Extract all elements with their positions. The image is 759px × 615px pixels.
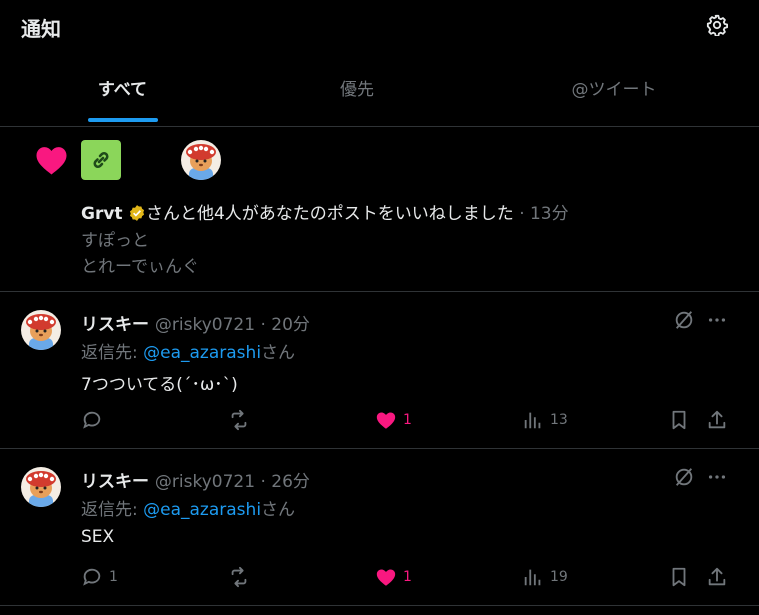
notif-user-name[interactable]: Grvt xyxy=(81,204,123,224)
view-count: 19 xyxy=(550,569,568,585)
heart-icon xyxy=(36,147,67,175)
more-icon[interactable] xyxy=(706,466,728,488)
tab-priority[interactable]: 優先 xyxy=(245,54,469,126)
active-tab-indicator xyxy=(88,118,158,122)
avatar-image xyxy=(21,310,61,350)
like-notification-text: Grvt さんと他4人があなたのポストをいいねしました · 13分 xyxy=(81,199,569,224)
heart-icon xyxy=(376,569,396,586)
tweet[interactable]: リスキー @risky0721 · 26分 返信先: @ea_azarashiさ… xyxy=(0,449,759,606)
share-icon[interactable] xyxy=(706,566,728,588)
like-count: 1 xyxy=(403,412,412,428)
more-icon[interactable] xyxy=(706,309,728,331)
header: 通知 xyxy=(0,0,759,54)
like-count: 1 xyxy=(403,569,412,585)
share-icon[interactable] xyxy=(706,409,728,431)
avatar-user[interactable] xyxy=(181,140,221,180)
tweet-text: SEX xyxy=(81,527,115,547)
reply-suffix: さん xyxy=(261,500,296,520)
avatar-image xyxy=(21,467,61,507)
tweet-header: リスキー @risky0721 · 26分 xyxy=(81,467,310,492)
tab-all[interactable]: すべて xyxy=(0,54,245,126)
reply-prefix: 返信先: xyxy=(81,500,144,520)
analytics-icon xyxy=(524,569,541,586)
user-handle-time[interactable]: @risky0721 · 26分 xyxy=(155,472,310,492)
avatar-image xyxy=(181,140,221,180)
reply-prefix: 返信先: xyxy=(81,343,144,363)
reply-icon xyxy=(83,411,101,429)
tweet-header: リスキー @risky0721 · 20分 xyxy=(81,310,310,335)
avatar-grvt[interactable] xyxy=(81,140,121,180)
reply-suffix: さん xyxy=(261,343,296,363)
like-notification[interactable]: Grvt さんと他4人があなたのポストをいいねしました · 13分 すぽっと と… xyxy=(0,127,759,292)
page-title: 通知 xyxy=(21,17,61,41)
tab-bar: すべて 優先 @ツイート xyxy=(0,54,759,127)
reply-to-link[interactable]: @ea_azarashi xyxy=(143,500,261,520)
tab-mentions[interactable]: @ツイート xyxy=(469,54,759,126)
grok-icon[interactable] xyxy=(673,466,695,488)
post-preview-line-1: すぽっと xyxy=(81,231,149,251)
bookmark-icon[interactable] xyxy=(668,409,690,431)
reply-context: 返信先: @ea_azarashiさん xyxy=(81,495,295,520)
avatar[interactable] xyxy=(21,467,61,507)
reply-icon xyxy=(83,568,101,586)
retweet-button[interactable] xyxy=(228,565,256,589)
tweet-text: 7つついてる(´･ω･`) xyxy=(81,375,238,395)
notif-message: さんと他4人があなたのポストをいいねしました xyxy=(145,204,514,224)
reply-button[interactable] xyxy=(81,408,109,432)
like-button[interactable]: 1 xyxy=(375,408,412,432)
tweet[interactable]: リスキー @risky0721 · 20分 返信先: @ea_azarashiさ… xyxy=(0,292,759,449)
heart-icon xyxy=(376,412,396,429)
retweet-icon xyxy=(231,566,247,588)
grok-icon[interactable] xyxy=(673,309,695,331)
user-name[interactable]: リスキー xyxy=(81,472,149,492)
link-icon xyxy=(93,152,109,168)
views-button[interactable]: 19 xyxy=(522,565,568,589)
retweet-icon xyxy=(231,409,247,431)
user-handle-time[interactable]: @risky0721 · 20分 xyxy=(155,315,310,335)
bookmark-icon[interactable] xyxy=(668,566,690,588)
reply-count: 1 xyxy=(109,569,118,585)
verified-badge-icon xyxy=(129,205,145,221)
reply-button[interactable]: 1 xyxy=(81,565,118,589)
analytics-icon xyxy=(524,412,541,429)
user-name[interactable]: リスキー xyxy=(81,315,149,335)
views-button[interactable]: 13 xyxy=(522,408,568,432)
post-preview-line-2: とれーでぃんぐ xyxy=(81,257,199,277)
notif-time: · 13分 xyxy=(519,204,569,224)
like-button[interactable]: 1 xyxy=(375,565,412,589)
retweet-button[interactable] xyxy=(228,408,256,432)
reply-to-link[interactable]: @ea_azarashi xyxy=(143,343,261,363)
gear-icon[interactable] xyxy=(706,14,728,36)
avatar[interactable] xyxy=(21,310,61,350)
reply-context: 返信先: @ea_azarashiさん xyxy=(81,338,295,363)
view-count: 13 xyxy=(550,412,568,428)
